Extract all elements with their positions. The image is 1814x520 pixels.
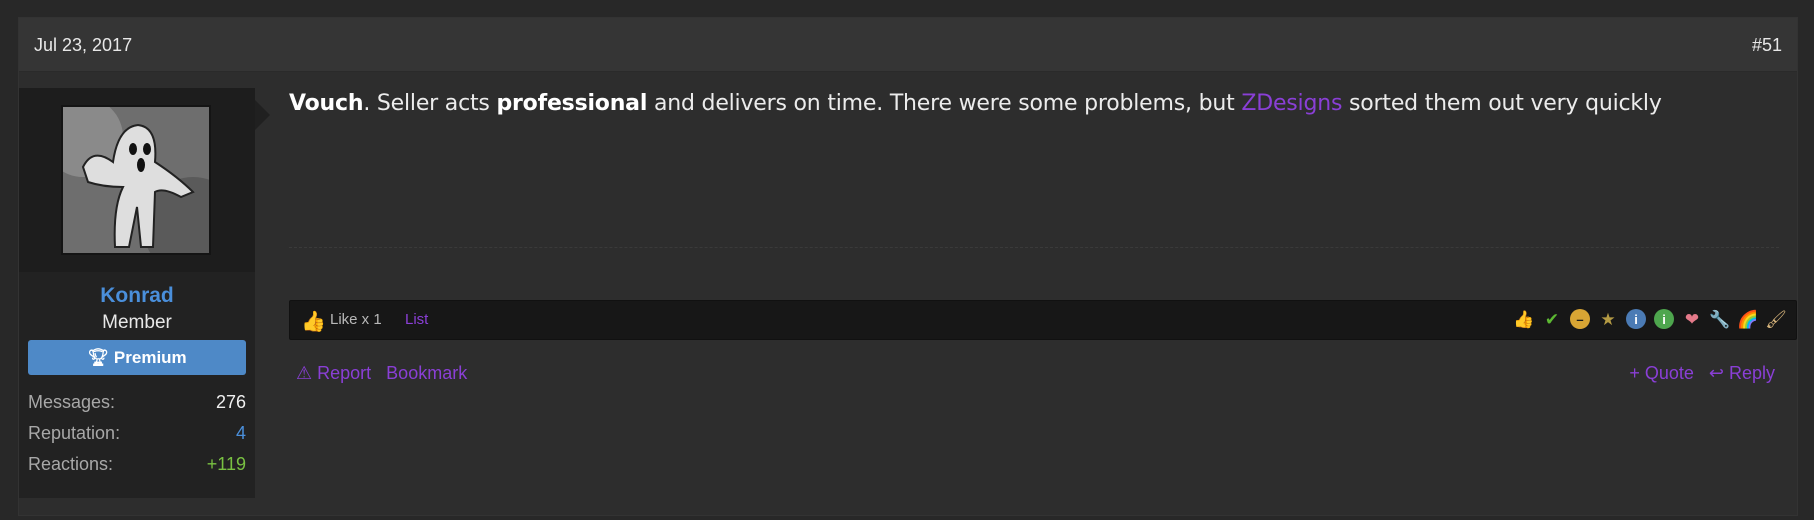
heart-icon[interactable]: ❤ bbox=[1680, 307, 1704, 331]
likes-bar: 👍 Like x 1 List 👍 ✔ – ★ i i ❤ 🔧 🌈 🖌 bbox=[289, 300, 1797, 340]
user-stats: Messages: 276 Reputation: 4 Reactions: +… bbox=[19, 380, 255, 498]
stat-value[interactable]: 4 bbox=[236, 423, 246, 444]
report-link[interactable]: ⚠ Report bbox=[296, 363, 371, 384]
stat-value[interactable]: 276 bbox=[216, 392, 246, 413]
report-label: Report bbox=[317, 363, 372, 383]
username-link[interactable]: Konrad bbox=[19, 284, 255, 308]
stat-value: +119 bbox=[206, 454, 246, 474]
quote-link[interactable]: + Quote bbox=[1629, 363, 1694, 384]
avatar[interactable] bbox=[61, 105, 211, 255]
user-arrow bbox=[255, 100, 270, 130]
quote-label: + Quote bbox=[1629, 363, 1694, 383]
trophy-icon: 🏆︎ bbox=[87, 347, 109, 367]
reply-link[interactable]: ↩ Reply bbox=[1709, 363, 1775, 384]
stat-row-reactions: Reactions: +119 bbox=[28, 454, 246, 484]
message-text: sorted them out very quickly bbox=[1342, 91, 1662, 116]
stat-key: Reputation: bbox=[28, 423, 121, 443]
brush-icon[interactable]: 🖌 bbox=[1764, 307, 1788, 331]
wrench-icon[interactable]: 🔧 bbox=[1708, 307, 1732, 331]
meh-icon[interactable]: – bbox=[1570, 309, 1590, 329]
star-award-icon[interactable]: ★ bbox=[1596, 307, 1620, 331]
premium-banner: 🏆︎ Premium bbox=[28, 340, 246, 375]
mention-link[interactable]: ZDesigns bbox=[1241, 91, 1342, 116]
warning-icon: ⚠ bbox=[296, 363, 313, 383]
reply-label: Reply bbox=[1728, 363, 1775, 383]
reaction-icons: 👍 ✔ – ★ i i ❤ 🔧 🌈 🖌 bbox=[1512, 307, 1788, 331]
rainbow-icon[interactable]: 🌈 bbox=[1736, 307, 1760, 331]
user-title: Member bbox=[102, 312, 172, 333]
message-bold-professional: professional bbox=[496, 91, 648, 116]
post-container: Jul 23, 2017 #51 Konrad Member 🏆︎ Premiu… bbox=[18, 17, 1798, 516]
stat-key: Reactions: bbox=[28, 454, 114, 474]
reply-icon: ↩ bbox=[1708, 363, 1724, 383]
info-blue-icon[interactable]: i bbox=[1626, 309, 1646, 329]
message-divider bbox=[289, 247, 1779, 248]
thumbs-up-icon[interactable]: 👍 bbox=[1512, 307, 1536, 331]
check-icon[interactable]: ✔ bbox=[1540, 307, 1564, 331]
thumbs-up-icon: 👍 bbox=[301, 311, 326, 333]
stat-row-reputation: Reputation: 4 bbox=[28, 423, 246, 453]
message-text: and delivers on time. There were some pr… bbox=[647, 91, 1242, 116]
stat-row-messages: Messages: 276 bbox=[28, 392, 246, 422]
post-message: Vouch. Seller acts professional and deli… bbox=[289, 91, 1779, 116]
info-green-icon[interactable]: i bbox=[1654, 309, 1674, 329]
stat-key: Messages: bbox=[28, 392, 116, 412]
user-info-panel: Konrad Member 🏆︎ Premium Messages: 276 R… bbox=[19, 88, 270, 498]
bookmark-link[interactable]: Bookmark bbox=[386, 363, 467, 384]
like-list-link[interactable]: List bbox=[405, 311, 428, 328]
message-bold-vouch: Vouch bbox=[289, 91, 364, 116]
message-text: . Seller acts bbox=[363, 91, 497, 116]
post-permalink[interactable]: #51 bbox=[1752, 35, 1782, 56]
bookmark-label: Bookmark bbox=[386, 363, 468, 383]
post-header: Jul 23, 2017 #51 bbox=[19, 18, 1797, 72]
like-summary: Like x 1 bbox=[330, 311, 382, 328]
post-actions-left: ⚠ Report Bookmark bbox=[296, 363, 467, 384]
post-date[interactable]: Jul 23, 2017 bbox=[34, 35, 132, 56]
avatar-area bbox=[19, 88, 255, 272]
post-actions-right: + Quote ↩ Reply bbox=[1629, 363, 1775, 384]
premium-label: Premium bbox=[113, 347, 187, 367]
